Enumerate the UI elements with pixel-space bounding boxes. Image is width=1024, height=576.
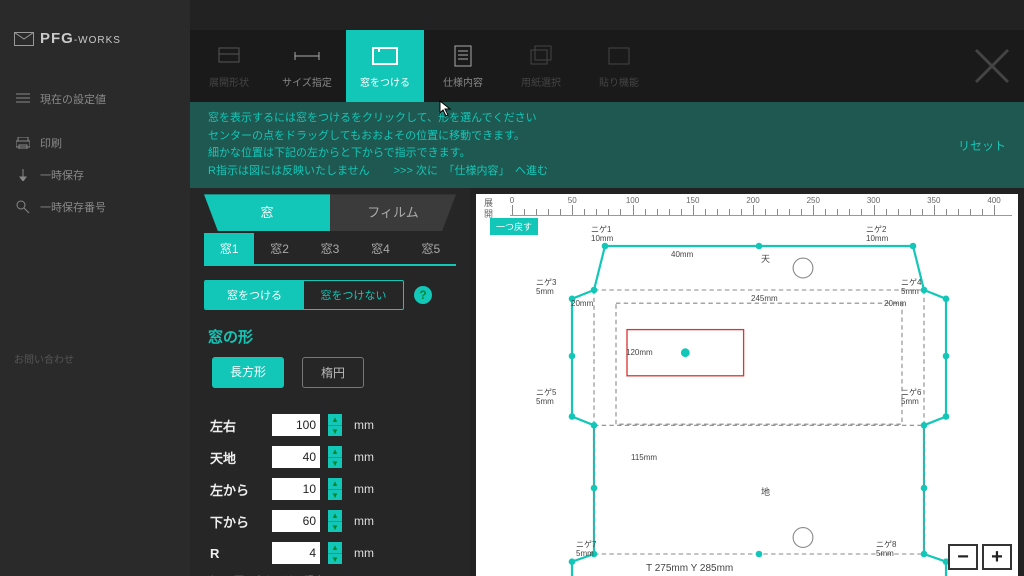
- window-enable-toggle: 窓をつける 窓をつけない: [204, 280, 404, 310]
- ruler-horizontal: 050100150200250300350400: [510, 196, 1012, 216]
- sidebar-item-label: 印刷: [40, 135, 62, 151]
- tab-window[interactable]: 窓: [204, 194, 330, 231]
- document-icon: [449, 44, 477, 68]
- sidebar-item-save-number[interactable]: 一時保存番号: [14, 191, 176, 223]
- window-number-tabs: 窓1 窓2 窓3 窓4 窓5: [204, 233, 456, 266]
- step-size[interactable]: サイズ指定: [268, 30, 346, 102]
- sidebar-item-label: 一時保存: [40, 167, 84, 183]
- zoom-in-button[interactable]: +: [982, 544, 1012, 570]
- stack-icon: [527, 44, 555, 68]
- sidebar-item-print[interactable]: 印刷: [14, 127, 176, 159]
- sidebar-contact[interactable]: お問い合わせ: [14, 351, 74, 366]
- window-icon: [371, 44, 399, 68]
- shape-heading: 窓の形: [208, 326, 456, 347]
- subtab-window2[interactable]: 窓2: [254, 233, 304, 264]
- sidebar-item-label: 一時保存番号: [40, 199, 106, 215]
- tab-film[interactable]: フィルム: [330, 194, 456, 231]
- field-left: 左から ▲▼ mm: [210, 478, 456, 500]
- brand-logo: PFG-WORKS: [14, 30, 176, 47]
- canvas[interactable]: 展開 一つ戻す 050100150200250300350400: [476, 194, 1018, 576]
- field-r: R ▲▼ mm: [210, 542, 456, 564]
- subtab-window1[interactable]: 窓1: [204, 233, 254, 264]
- help-icon[interactable]: ?: [414, 286, 432, 304]
- reset-button[interactable]: リセット: [958, 137, 1006, 154]
- top-stepbar: 展開形状 サイズ指定 窓をつける 仕様内容 用紙選択 貼り機能: [190, 30, 1024, 102]
- step-paper[interactable]: 用紙選択: [502, 30, 580, 102]
- field-bottom: 下から ▲▼ mm: [210, 510, 456, 532]
- search-icon: [16, 200, 30, 214]
- subtab-window3[interactable]: 窓3: [305, 233, 355, 264]
- toggle-window-off[interactable]: 窓をつけない: [304, 281, 403, 309]
- printer-icon: [16, 137, 30, 149]
- spinner-tb[interactable]: ▲▼: [328, 446, 342, 468]
- spinner-bottom[interactable]: ▲▼: [328, 510, 342, 532]
- input-bottom[interactable]: [272, 510, 320, 532]
- zoom-out-button[interactable]: −: [948, 544, 978, 570]
- subtab-window4[interactable]: 窓4: [355, 233, 405, 264]
- envelope-icon: [14, 32, 34, 46]
- input-lr[interactable]: [272, 414, 320, 436]
- shape-rect-button[interactable]: 長方形: [212, 357, 284, 388]
- vertical-label: 展開: [482, 198, 495, 220]
- instruction-next: >>> 次に 「仕様内容」 へ進む: [394, 163, 548, 181]
- step-shape[interactable]: 展開形状: [190, 30, 268, 102]
- toggle-window-on[interactable]: 窓をつける: [205, 281, 304, 309]
- input-r[interactable]: [272, 542, 320, 564]
- field-lr: 左右 ▲▼ mm: [210, 414, 456, 436]
- main-tabs: 窓 フィルム: [204, 194, 456, 231]
- instruction-line: R指示は図には反映いたしません: [208, 163, 370, 181]
- canvas-footer: T 275mm Y 285mm: [646, 563, 733, 574]
- sidebar-item-current-settings[interactable]: 現在の設定値: [14, 83, 176, 115]
- glue-icon: [605, 44, 633, 68]
- sidebar-item-label: 現在の設定値: [40, 91, 106, 107]
- field-tb: 天地 ▲▼ mm: [210, 446, 456, 468]
- instruction-line: センターの点をドラッグしてもおおよその位置に移動できます。: [208, 128, 548, 146]
- close-button[interactable]: [970, 44, 1014, 88]
- sidebar-item-save[interactable]: 一時保存: [14, 159, 176, 191]
- instruction-line: 細かな位置は下記の左からと下からで指示できます。: [208, 145, 548, 163]
- settings-panel: 窓 フィルム 窓1 窓2 窓3 窓4 窓5 窓をつける 窓をつけない ?: [190, 188, 470, 576]
- spinner-lr[interactable]: ▲▼: [328, 414, 342, 436]
- dimension-icon: [293, 44, 321, 68]
- envelope-diagram[interactable]: [506, 224, 1012, 576]
- step-window[interactable]: 窓をつける: [346, 30, 424, 102]
- spinner-left[interactable]: ▲▼: [328, 478, 342, 500]
- zoom-controls: − +: [948, 544, 1012, 570]
- main-area: 展開形状 サイズ指定 窓をつける 仕様内容 用紙選択 貼り機能: [190, 0, 1024, 576]
- instruction-line: 窓を表示するには窓をつけるをクリックして、形を選んでください: [208, 110, 548, 128]
- pin-icon: [16, 169, 30, 181]
- subtab-window5[interactable]: 窓5: [406, 233, 456, 264]
- list-icon: [16, 93, 30, 105]
- step-spec[interactable]: 仕様内容: [424, 30, 502, 102]
- instruction-bar: 窓を表示するには窓をつけるをクリックして、形を選んでください センターの点をドラ…: [190, 102, 1024, 188]
- spinner-r[interactable]: ▲▼: [328, 542, 342, 564]
- close-icon: [970, 44, 1014, 88]
- sidebar: PFG-WORKS 現在の設定値 印刷 一時保存 一時保存番号 お問い合わせ: [0, 0, 190, 576]
- shape-oval-button[interactable]: 楕円: [302, 357, 364, 388]
- step-glue[interactable]: 貼り機能: [580, 30, 658, 102]
- input-left[interactable]: [272, 478, 320, 500]
- template-icon: [215, 44, 243, 68]
- input-tb[interactable]: [272, 446, 320, 468]
